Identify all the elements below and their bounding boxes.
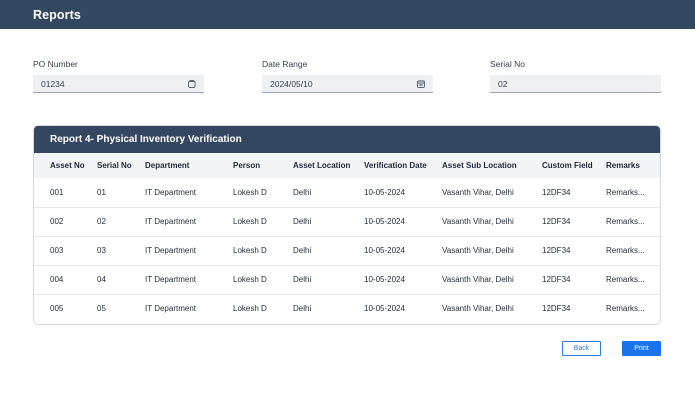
calendar-icon[interactable] xyxy=(416,79,426,89)
table-cell: Delhi xyxy=(293,304,312,314)
table-row[interactable]: 003 03 IT Department Lokesh D Delhi 10-0… xyxy=(34,236,660,265)
table-cell: Lokesh D xyxy=(233,187,267,197)
table-row[interactable]: 001 01 IT Department Lokesh D Delhi 10-0… xyxy=(34,178,660,207)
table-cell: Vasanth Vihar, Delhi xyxy=(442,187,514,197)
table-cell: Lokesh D xyxy=(233,275,267,284)
table-row[interactable]: 002 02 IT Department Lokesh D Delhi 10-0… xyxy=(34,207,660,236)
top-bar: Reports xyxy=(0,0,695,29)
po-number-value: 01234 xyxy=(41,78,65,89)
table-cell: Remarks... xyxy=(606,246,645,255)
table-cell: 002 xyxy=(50,217,64,226)
table-cell: Vasanth Vihar, Delhi xyxy=(442,304,514,314)
table-cell: Delhi xyxy=(293,246,312,255)
table-cell: Vasanth Vihar, Delhi xyxy=(442,217,514,226)
serial-no-field: Serial No 02 xyxy=(490,59,661,93)
table-header-row: Asset No Serial No Department Person Ass… xyxy=(34,153,660,178)
table-cell: Lokesh D xyxy=(233,246,267,255)
back-button[interactable]: Back xyxy=(562,341,601,356)
table-cell: Lokesh D xyxy=(233,304,267,314)
table-cell: Delhi xyxy=(293,187,312,197)
table-cell: IT Department xyxy=(145,275,196,284)
table-cell: 005 xyxy=(50,304,64,314)
table-cell: 10-05-2024 xyxy=(364,217,405,226)
table-cell: 001 xyxy=(50,187,64,197)
date-range-input[interactable]: 2024/05/10 xyxy=(262,75,433,93)
column-header[interactable]: Asset No xyxy=(34,153,97,178)
column-header[interactable]: Department xyxy=(145,153,233,178)
column-header[interactable]: Asset Location xyxy=(293,153,364,178)
table-cell: IT Department xyxy=(145,187,196,197)
table-cell: 10-05-2024 xyxy=(364,275,405,284)
copy-icon[interactable] xyxy=(187,79,197,89)
table-cell: IT Department xyxy=(145,246,196,255)
table-cell: 12DF34 xyxy=(542,304,571,314)
table-cell: IT Department xyxy=(145,217,196,226)
table-cell: 01 xyxy=(97,187,106,197)
table-cell: 05 xyxy=(97,304,106,314)
table-cell: 03 xyxy=(97,246,106,255)
report-table: Asset No Serial No Department Person Ass… xyxy=(34,153,660,323)
table-cell: Remarks... xyxy=(606,217,645,226)
report-card: Report 4- Physical Inventory Verificatio… xyxy=(33,125,661,325)
report-header: Report 4- Physical Inventory Verificatio… xyxy=(34,126,660,153)
column-header[interactable]: Person xyxy=(233,153,293,178)
date-range-value: 2024/05/10 xyxy=(270,78,313,89)
serial-no-input[interactable]: 02 xyxy=(490,75,661,93)
serial-no-value: 02 xyxy=(498,78,508,89)
table-cell: 10-05-2024 xyxy=(364,304,405,314)
column-header[interactable]: Asset Sub Location xyxy=(442,153,542,178)
table-cell: Vasanth Vihar, Delhi xyxy=(442,275,514,284)
table-cell: Delhi xyxy=(293,217,312,226)
date-range-field: Date Range 2024/05/10 xyxy=(262,59,433,93)
po-number-field: PO Number 01234 xyxy=(33,59,204,93)
table-cell: 10-05-2024 xyxy=(364,187,405,197)
po-number-input[interactable]: 01234 xyxy=(33,75,204,93)
table-cell: Remarks... xyxy=(606,187,645,197)
date-range-label: Date Range xyxy=(262,59,308,69)
table-cell: 12DF34 xyxy=(542,187,571,197)
column-header[interactable]: Serial No xyxy=(97,153,145,178)
table-cell: 12DF34 xyxy=(542,246,571,255)
table-cell: 12DF34 xyxy=(542,217,571,226)
table-cell: Remarks... xyxy=(606,304,645,314)
table-cell: Delhi xyxy=(293,275,312,284)
report-title: Report 4- Physical Inventory Verificatio… xyxy=(50,134,242,145)
table-cell: Lokesh D xyxy=(233,217,267,226)
serial-no-label: Serial No xyxy=(490,59,525,69)
column-header[interactable]: Custom Field xyxy=(542,153,606,178)
column-header[interactable]: Verification Date xyxy=(364,153,442,178)
table-cell: Remarks... xyxy=(606,275,645,284)
table-cell: 04 xyxy=(97,275,106,284)
table-cell: IT Department xyxy=(145,304,196,314)
table-cell: 02 xyxy=(97,217,106,226)
page-title: Reports xyxy=(33,7,81,22)
table-cell: 004 xyxy=(50,275,64,284)
table-cell: 10-05-2024 xyxy=(364,246,405,255)
table-cell: Vasanth Vihar, Delhi xyxy=(442,246,514,255)
print-button[interactable]: Print xyxy=(622,341,661,356)
column-header[interactable]: Remarks xyxy=(606,153,660,178)
po-number-label: PO Number xyxy=(33,59,78,69)
table-cell: 003 xyxy=(50,246,64,255)
table-row[interactable]: 004 04 IT Department Lokesh D Delhi 10-0… xyxy=(34,265,660,294)
table-row[interactable]: 005 05 IT Department Lokesh D Delhi 10-0… xyxy=(34,294,660,323)
table-cell: 12DF34 xyxy=(542,275,571,284)
